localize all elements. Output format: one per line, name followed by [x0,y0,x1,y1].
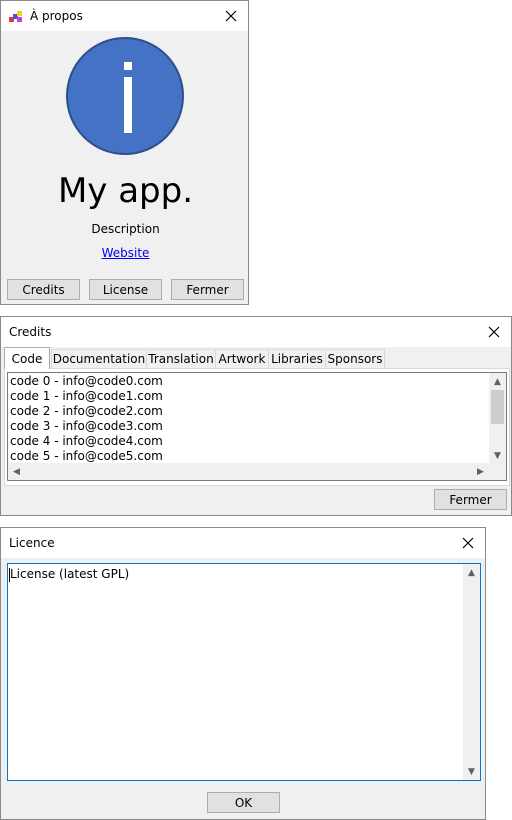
credits-fermer-button[interactable]: Fermer [434,489,507,510]
scroll-right-arrow-icon[interactable]: ▶ [472,463,489,480]
about-close-button[interactable] [217,1,245,31]
tab-libraries[interactable]: Libraries [268,349,326,368]
licence-title: Licence [9,536,55,550]
credits-button[interactable]: Credits [7,279,80,300]
license-text: License (latest GPL) [10,567,130,581]
tab-translation[interactable]: Translation [146,349,216,368]
list-item: code 3 - info@code3.com [10,419,163,433]
tab-documentation[interactable]: Documentation [51,349,147,368]
tab-artwork[interactable]: Artwork [215,349,269,368]
list-item: code 0 - info@code0.com [10,374,163,388]
scroll-up-arrow-icon[interactable]: ▲ [489,373,506,390]
about-window: À propos My app. Description Website Cre… [0,0,249,305]
credits-titlebar: Credits [1,317,511,347]
credits-list[interactable]: code 0 - info@code0.com code 1 - info@co… [7,372,507,481]
close-icon [462,537,474,549]
credits-vertical-scrollbar[interactable]: ▲ ▼ [489,373,506,464]
scroll-left-arrow-icon[interactable]: ◀ [8,463,25,480]
scroll-thumb[interactable] [491,390,504,424]
licence-close-button[interactable] [454,528,482,558]
ok-button[interactable]: OK [207,792,280,813]
credits-tab-panel: code 0 - info@code0.com code 1 - info@co… [4,368,510,486]
about-title: À propos [30,9,83,23]
licence-titlebar: Licence [1,528,485,558]
credits-close-button[interactable] [480,317,508,347]
scroll-down-arrow-icon[interactable]: ▼ [463,763,480,780]
list-item: code 1 - info@code1.com [10,389,163,403]
website-link[interactable]: Website [1,246,250,260]
credits-tabstrip: Code Documentation Translation Artwork L… [4,347,508,369]
list-item: code 4 - info@code4.com [10,434,163,448]
app-description: Description [91,222,160,236]
licence-window: Licence License (latest GPL) ▲ ▼ OK [0,527,486,820]
license-textarea[interactable]: License (latest GPL) ▲ ▼ [7,563,481,781]
list-item: code 2 - info@code2.com [10,404,163,418]
close-icon [225,10,237,22]
scrollbar-corner [489,463,506,480]
credits-title: Credits [9,325,52,339]
license-vertical-scrollbar[interactable]: ▲ ▼ [463,564,480,780]
license-button[interactable]: License [89,279,162,300]
about-titlebar: À propos [1,1,248,31]
tab-code[interactable]: Code [4,347,50,369]
list-item: code 5 - info@code5.com [10,449,163,463]
scroll-up-arrow-icon[interactable]: ▲ [463,564,480,581]
about-fermer-button[interactable]: Fermer [171,279,244,300]
info-icon [66,37,184,155]
credits-horizontal-scrollbar[interactable]: ◀ ▶ [8,463,489,480]
tab-sponsors[interactable]: Sponsors [325,349,385,368]
close-icon [488,326,500,338]
scroll-down-arrow-icon[interactable]: ▼ [489,447,506,464]
credits-window: Credits Code Documentation Translation A… [0,316,512,516]
app-logo-icon [9,11,22,22]
app-name: My app. [57,171,194,211]
